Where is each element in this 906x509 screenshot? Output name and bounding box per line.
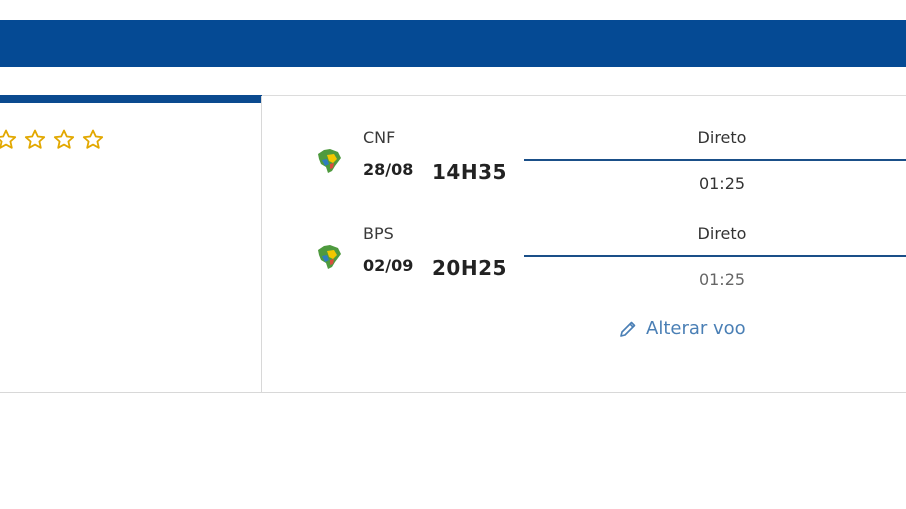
star-icon [82, 129, 104, 149]
flight-duration: 01:25 [698, 174, 746, 193]
departure-time: 14H35 [432, 160, 507, 184]
departure-date: 28/08 [363, 160, 414, 179]
change-flight-link[interactable]: Alterar voo [618, 318, 746, 339]
card-divider [261, 96, 262, 393]
hotel-rating [0, 128, 105, 152]
pencil-icon [620, 321, 636, 337]
route-line [524, 255, 906, 257]
star-icon [24, 129, 46, 149]
star-icon [53, 129, 75, 149]
card-accent-bar [0, 95, 262, 103]
route-line [524, 159, 906, 161]
return-airport: BPS [363, 224, 394, 243]
change-flight-label: Alterar voo [646, 318, 746, 339]
top-header-bar [0, 20, 906, 67]
route-type-label: Direto [697, 224, 747, 243]
return-date: 02/09 [363, 256, 414, 275]
brazil-map-icon [318, 149, 341, 173]
return-time: 20H25 [432, 256, 507, 280]
star-icon [0, 129, 17, 149]
departure-airport: CNF [363, 128, 396, 147]
brazil-map-icon [318, 245, 341, 269]
flight-duration: 01:25 [698, 270, 746, 289]
route-type-label: Direto [697, 128, 747, 147]
